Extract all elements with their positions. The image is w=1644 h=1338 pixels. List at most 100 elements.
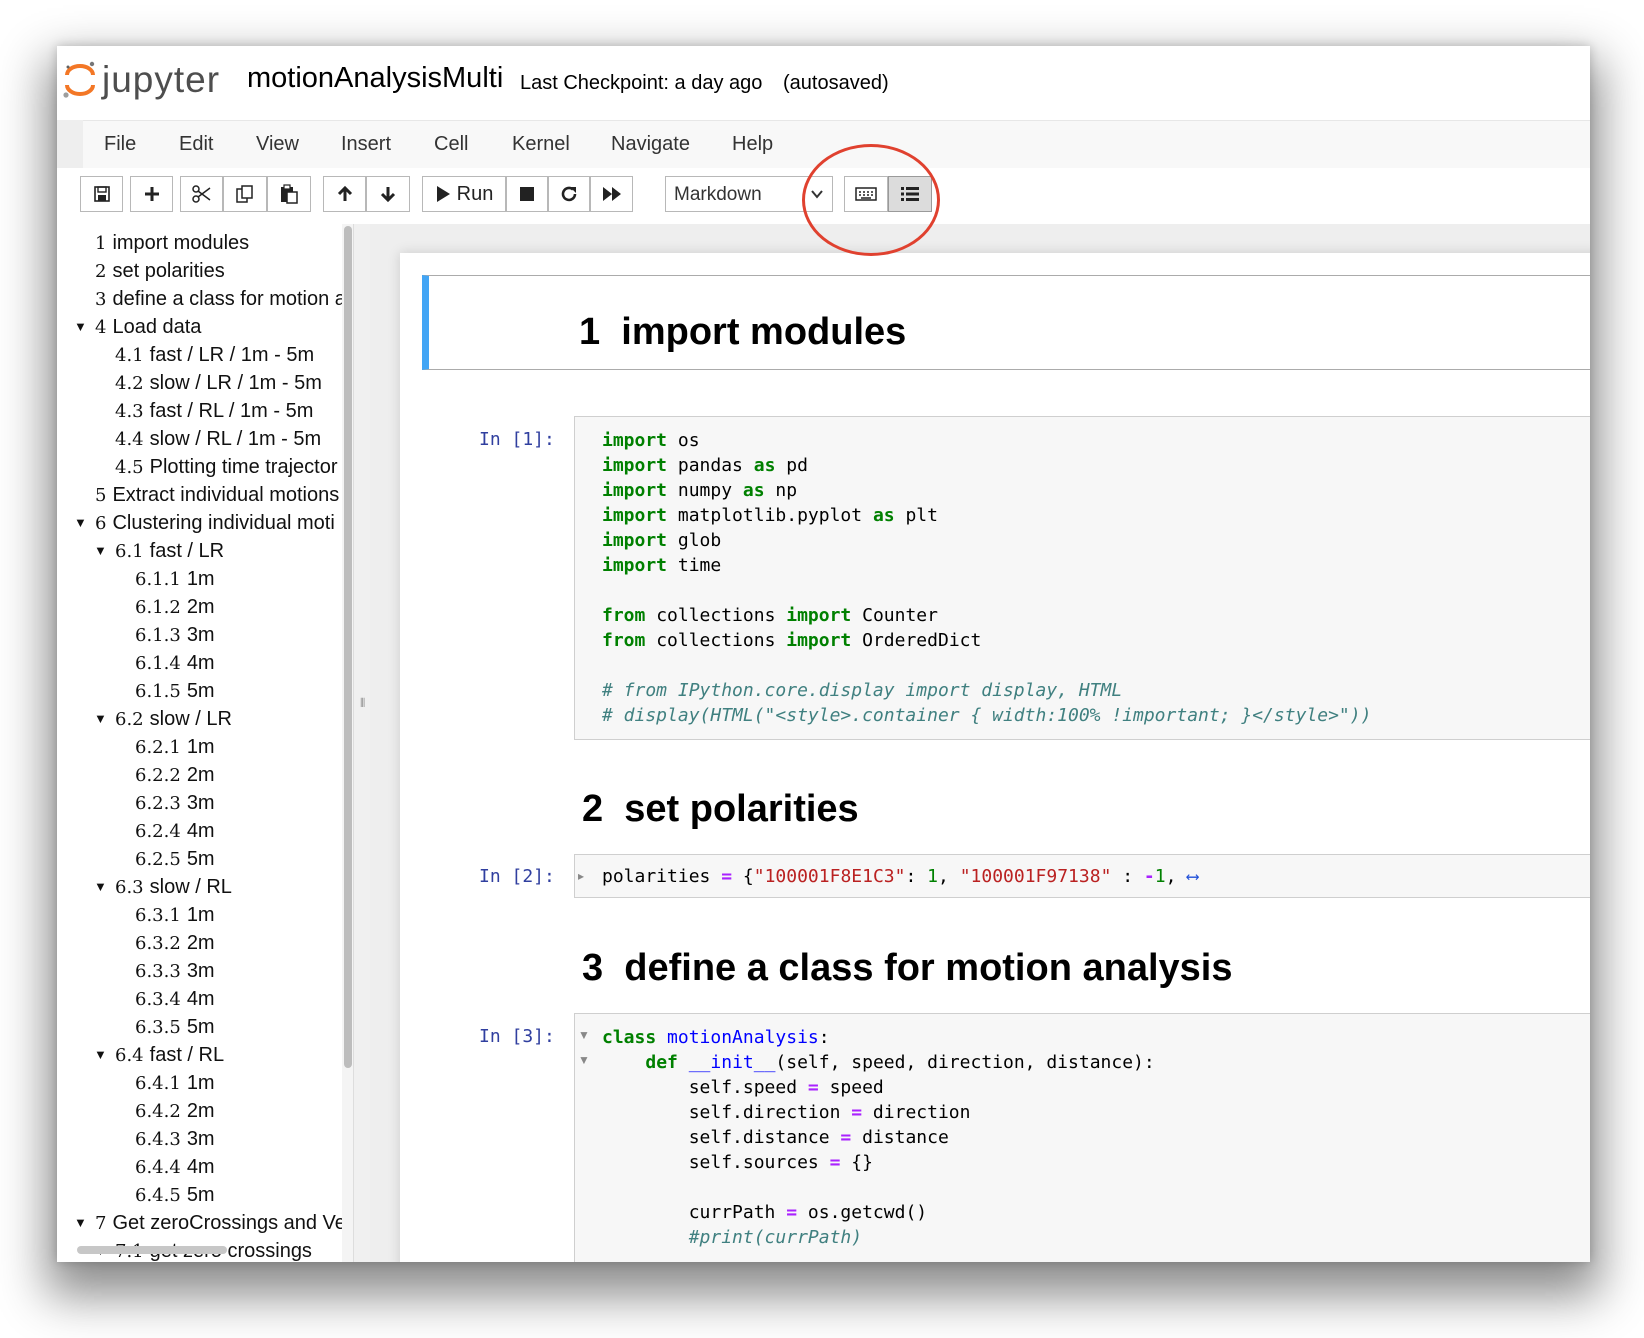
menu-navigate[interactable]: Navigate (611, 133, 690, 156)
code-cell-1[interactable]: import os import pandas as pd import num… (574, 416, 1590, 740)
copy-button[interactable] (223, 176, 267, 212)
move-up-button[interactable] (323, 176, 366, 212)
collapse-caret-icon[interactable]: ▼ (94, 879, 107, 894)
toc-sidebar: 1 import modules 2 set polarities 3 define … (57, 224, 353, 1262)
toc-item[interactable]: 4.5 Plotting time trajector (115, 456, 338, 479)
toc-scrollbar-thumb[interactable] (344, 226, 352, 1068)
code-content[interactable]: import os import pandas as pd import num… (602, 428, 1371, 728)
sidebar-resize-handle[interactable]: ⦀ (353, 224, 370, 1262)
menu-kernel[interactable]: Kernel (512, 133, 570, 156)
collapse-caret-icon[interactable]: ▼ (74, 515, 87, 530)
paste-icon (281, 184, 298, 204)
toc-item[interactable]: 1 import modules (95, 232, 249, 255)
autosave-status: (autosaved) (783, 72, 889, 94)
toc-item[interactable]: 4.1 fast / LR / 1m - 5m (115, 344, 314, 367)
paste-button[interactable] (267, 176, 311, 212)
heading-3[interactable]: 3 define a class for motion analysis (582, 947, 1232, 990)
fast-forward-icon (602, 187, 621, 201)
toc-item[interactable]: 6.1.2 2m (135, 596, 215, 619)
toc-item[interactable]: 6.1.1 1m (135, 568, 215, 591)
menu-cell[interactable]: Cell (434, 133, 468, 156)
toc-item[interactable]: 4 Load data (95, 316, 201, 339)
drag-grip-icon: ⦀ (360, 696, 366, 710)
heading-2[interactable]: 2 set polarities (582, 788, 859, 831)
collapse-caret-icon[interactable]: ▼ (74, 319, 87, 334)
toc-item[interactable]: 7 Get zeroCrossings and Ve (95, 1212, 346, 1235)
toc-item[interactable]: 6.3.5 5m (135, 1016, 215, 1039)
restart-button[interactable] (548, 176, 590, 212)
toc-item[interactable]: 6.2.2 2m (135, 764, 215, 787)
menu-file[interactable]: File (104, 133, 136, 156)
code-content[interactable]: polarities = {"100001F8E1C3": 1, "100001… (602, 864, 1198, 889)
markdown-cell-selected[interactable]: 1 import modules (422, 275, 1590, 370)
menu-insert[interactable]: Insert (341, 133, 391, 156)
toc-item[interactable]: 6.4.5 5m (135, 1184, 215, 1207)
toc-item[interactable]: 6.3.3 3m (135, 960, 215, 983)
menu-edit[interactable]: Edit (179, 133, 213, 156)
toc-item[interactable]: 4.2 slow / LR / 1m - 5m (115, 372, 322, 395)
code-cell-3[interactable]: ▼ ▼ class motionAnalysis: def __init__(s… (574, 1013, 1590, 1262)
toc-item[interactable]: 6.4.3 3m (135, 1128, 215, 1151)
toc-item[interactable]: 6.4.1 1m (135, 1072, 215, 1095)
toc-item[interactable]: 5 Extract individual motions (95, 484, 339, 507)
jupyter-logo-text[interactable]: jupyter (102, 59, 220, 101)
checkpoint-status: Last Checkpoint: a day ago (520, 72, 763, 94)
copy-icon (236, 185, 253, 203)
toc-item[interactable]: 6.4.4 4m (135, 1156, 215, 1179)
play-icon (436, 186, 450, 202)
toc-item[interactable]: 6.1.4 4m (135, 652, 215, 675)
arrow-down-icon (380, 187, 396, 203)
interrupt-button[interactable] (506, 176, 548, 212)
toc-item[interactable]: 6.4.2 2m (135, 1100, 215, 1123)
collapse-caret-icon[interactable]: ▼ (94, 1047, 107, 1062)
menu-view[interactable]: View (256, 133, 299, 156)
jupyter-logo-icon (63, 61, 95, 98)
toc-item[interactable]: 6.2.4 4m (135, 820, 215, 843)
toc-item[interactable]: 3 define a class for motion a (95, 288, 346, 311)
collapse-caret-icon[interactable]: ▼ (94, 711, 107, 726)
expand-arrows-icon[interactable]: ⟷ (1187, 866, 1198, 887)
code-content[interactable]: class motionAnalysis: def __init__(self,… (602, 1025, 1155, 1250)
notebook-title[interactable]: motionAnalysisMulti (247, 62, 503, 95)
toc-item[interactable]: 6.2.1 1m (135, 736, 215, 759)
toc-item[interactable]: 6.3.1 1m (135, 904, 215, 927)
run-button[interactable]: Run (422, 176, 506, 212)
header: jupyter motionAnalysisMulti Last Checkpo… (57, 46, 1590, 120)
toc-item[interactable]: 6.3.4 4m (135, 988, 215, 1011)
collapse-caret-icon[interactable]: ▼ (74, 1215, 87, 1230)
toc-item[interactable]: 6.2.3 3m (135, 792, 215, 815)
cell-prompt: In [3]: (479, 1026, 555, 1047)
toc-item[interactable]: 4.3 fast / RL / 1m - 5m (115, 400, 313, 423)
cell-type-value: Markdown (674, 184, 762, 205)
toc-item[interactable]: 6.2.5 5m (135, 848, 215, 871)
fold-arrow-icon[interactable]: ▼ (578, 1053, 590, 1067)
move-down-button[interactable] (366, 176, 410, 212)
cell-prompt: In [1]: (479, 429, 555, 450)
fold-arrow-icon[interactable]: ▼ (578, 1028, 590, 1042)
toc-item[interactable]: 6.1 fast / LR (115, 540, 224, 563)
cut-button[interactable] (180, 176, 223, 212)
run-label: Run (456, 182, 494, 205)
toc-item[interactable]: 6.4 fast / RL (115, 1044, 224, 1067)
toc-item[interactable]: 6.2 slow / LR (115, 708, 232, 731)
arrow-up-icon (337, 185, 352, 201)
toc-item[interactable]: 6.1.5 5m (135, 680, 215, 703)
toc-item[interactable]: 4.4 slow / RL / 1m - 5m (115, 428, 321, 451)
toc-item[interactable]: 6 Clustering individual moti (95, 512, 335, 535)
menu-help[interactable]: Help (732, 133, 773, 156)
insert-cell-button[interactable] (130, 176, 173, 212)
collapse-caret-icon[interactable]: ▼ (94, 543, 107, 558)
heading-1: 1 import modules (579, 311, 907, 353)
save-button[interactable] (80, 176, 123, 212)
toc-item[interactable]: 6.1.3 3m (135, 624, 215, 647)
toc-item[interactable]: 2 set polarities (95, 260, 225, 283)
toc-horizontal-scrollbar[interactable] (77, 1246, 227, 1254)
save-icon (93, 186, 110, 202)
plus-icon (144, 187, 159, 201)
run-all-button[interactable] (590, 176, 633, 212)
toc-item[interactable]: 6.3 slow / RL (115, 876, 232, 899)
collapsed-code-icon[interactable]: ▸ (578, 869, 584, 883)
toc-item[interactable]: 6.3.2 2m (135, 932, 215, 955)
code-cell-2[interactable]: ▸ polarities = {"100001F8E1C3": 1, "1000… (574, 854, 1590, 898)
annotation-circle (802, 144, 940, 256)
